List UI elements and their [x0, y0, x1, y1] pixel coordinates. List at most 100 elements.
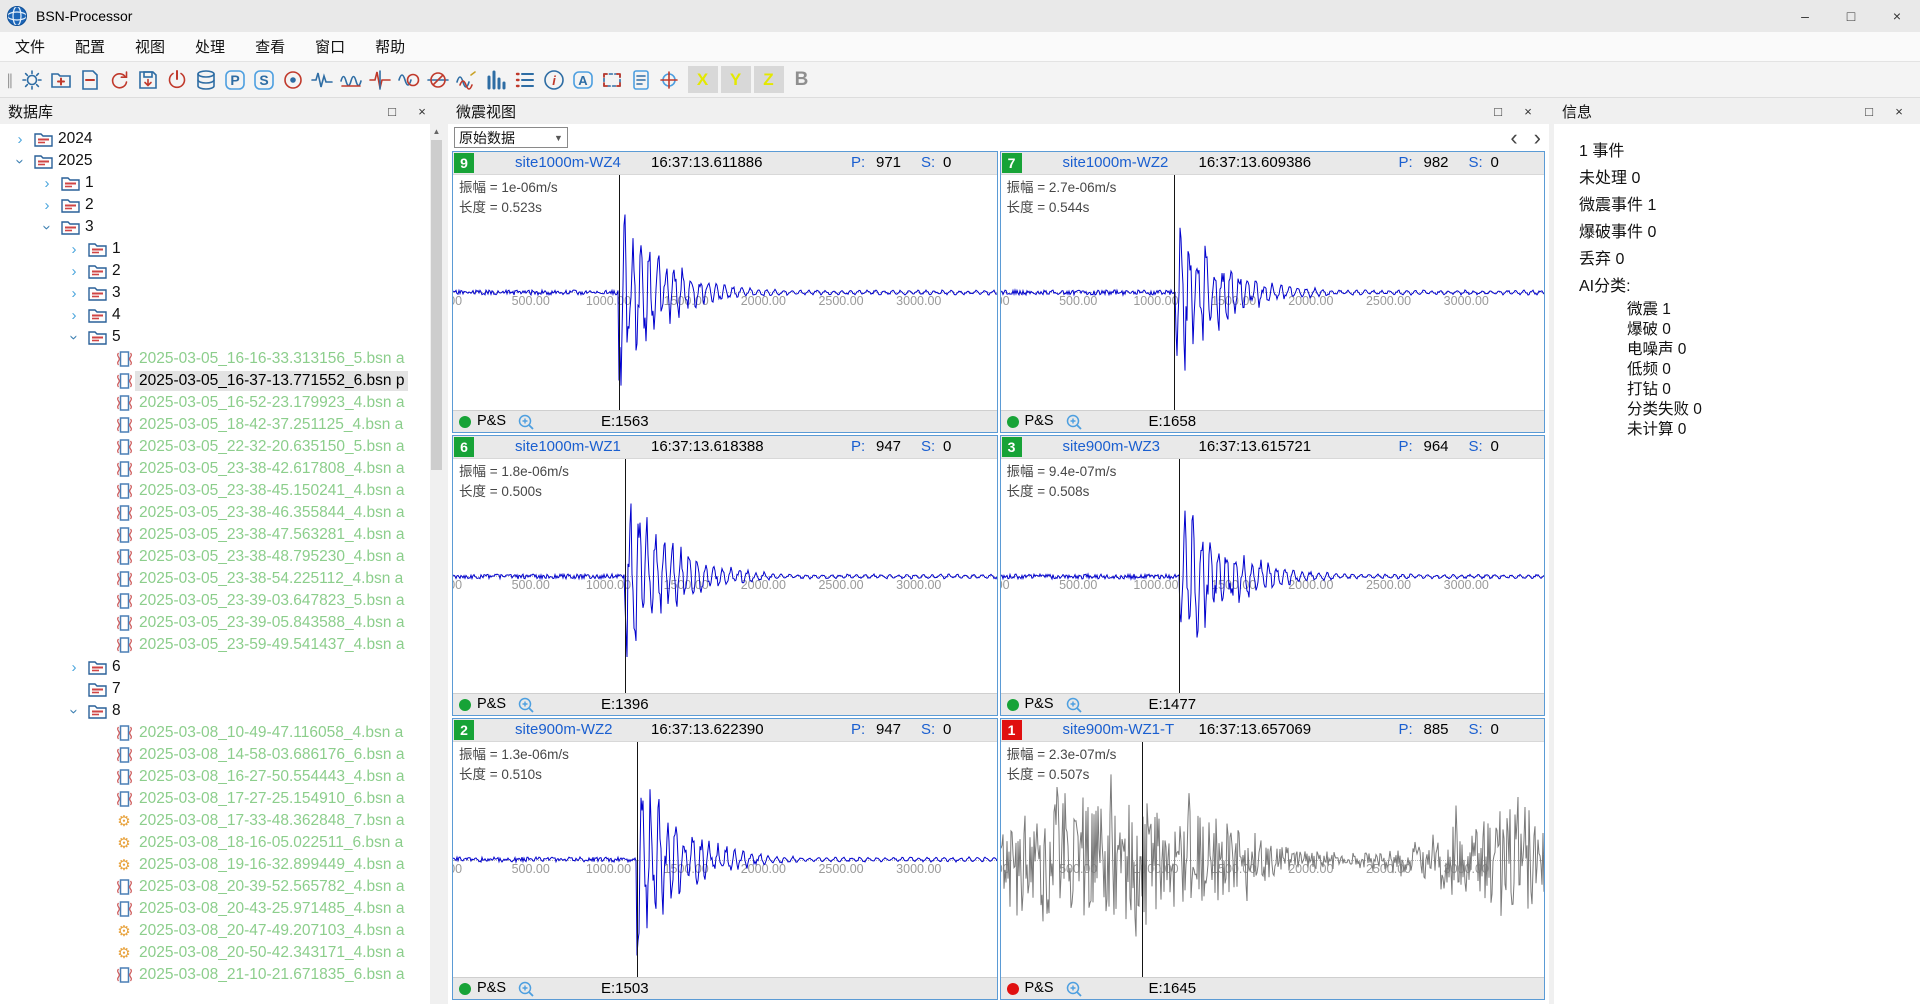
- histogram-icon[interactable]: [482, 65, 511, 94]
- database-icon[interactable]: [192, 65, 221, 94]
- locate-icon[interactable]: [279, 65, 308, 94]
- scroll-up-icon[interactable]: ▲: [430, 124, 443, 138]
- tree-file[interactable]: 2025-03-08_20-43-25.971485_4.bsn a: [0, 898, 430, 920]
- menu-item-0[interactable]: 文件: [0, 32, 60, 62]
- tree-file[interactable]: 2025-03-05_23-39-05.843588_4.bsn a: [0, 612, 430, 634]
- database-close-button[interactable]: ×: [407, 100, 437, 122]
- waveform-panel-site1000m-WZ4[interactable]: 9site1000m-WZ416:37:13.611886P:971S:0005…: [452, 151, 998, 433]
- expand-arrow-icon[interactable]: ›: [35, 197, 59, 214]
- add-point-icon[interactable]: [656, 65, 685, 94]
- tree-file[interactable]: 2025-03-08_17-27-25.154910_6.bsn a: [0, 788, 430, 810]
- ps-toggle[interactable]: P&S: [477, 413, 506, 429]
- expand-arrow-icon[interactable]: ›: [62, 241, 86, 258]
- tree-file[interactable]: 2025-03-05_23-38-46.355844_4.bsn a: [0, 502, 430, 524]
- zoom-in-icon[interactable]: [1065, 980, 1084, 998]
- report-icon[interactable]: [627, 65, 656, 94]
- tree-folder-7[interactable]: 7: [0, 678, 430, 700]
- waveform-filter-icon[interactable]: [337, 65, 366, 94]
- database-tree-scrollbar[interactable]: ▲: [430, 124, 443, 1004]
- tree-file[interactable]: 2025-03-05_16-37-13.771552_6.bsn p: [0, 370, 430, 392]
- tree-file[interactable]: ⚙2025-03-08_20-50-42.343171_4.bsn a: [0, 942, 430, 964]
- tree-folder-3[interactable]: ›3: [0, 216, 430, 238]
- scrollbar-thumb[interactable]: [431, 140, 442, 470]
- waveform-close-button[interactable]: ×: [1513, 100, 1543, 122]
- ps-toggle[interactable]: P&S: [477, 980, 506, 996]
- tree-folder-2025[interactable]: ›2025: [0, 150, 430, 172]
- tree-file[interactable]: 2025-03-05_16-52-23.179923_4.bsn a: [0, 392, 430, 414]
- tree-file[interactable]: 2025-03-05_23-59-49.541437_4.bsn a: [0, 634, 430, 656]
- tree-folder-2024[interactable]: ›2024: [0, 128, 430, 150]
- tree-file[interactable]: 2025-03-05_23-38-45.150241_4.bsn a: [0, 480, 430, 502]
- prev-event-button[interactable]: ‹: [1510, 128, 1517, 148]
- expand-arrow-icon[interactable]: ›: [62, 659, 86, 676]
- waveform-panel-site900m-WZ2[interactable]: 2site900m-WZ216:37:13.622390P:947S:00050…: [452, 718, 998, 1000]
- tree-file[interactable]: 2025-03-08_20-39-52.565782_4.bsn a: [0, 876, 430, 898]
- tree-file[interactable]: 2025-03-08_21-10-21.671835_6.bsn a: [0, 964, 430, 986]
- axis-x-button[interactable]: X: [688, 66, 718, 93]
- waveform-raw-icon[interactable]: [308, 65, 337, 94]
- waveform-rotate-icon[interactable]: [395, 65, 424, 94]
- waveform-plot[interactable]: 00500.001000.001500.002000.002500.003000…: [453, 175, 997, 410]
- expand-arrow-icon[interactable]: ›: [8, 131, 32, 148]
- zoom-in-icon[interactable]: [517, 980, 536, 998]
- collapse-arrow-icon[interactable]: ›: [39, 215, 56, 239]
- expand-arrow-icon[interactable]: ›: [35, 175, 59, 192]
- tree-folder-3[interactable]: ›3: [0, 282, 430, 304]
- tree-file[interactable]: 2025-03-08_16-27-50.554443_4.bsn a: [0, 766, 430, 788]
- menu-item-2[interactable]: 视图: [120, 32, 180, 62]
- waveform-overlay-icon[interactable]: [453, 65, 482, 94]
- tree-file[interactable]: 2025-03-05_18-42-37.251125_4.bsn a: [0, 414, 430, 436]
- expand-arrow-icon[interactable]: ›: [62, 307, 86, 324]
- info-float-button[interactable]: □: [1854, 100, 1884, 122]
- waveform-plot[interactable]: 00500.001000.001500.002000.002500.003000…: [1001, 742, 1545, 977]
- tree-folder-5[interactable]: ›5: [0, 326, 430, 348]
- tree-file[interactable]: 2025-03-05_23-38-48.795230_4.bsn a: [0, 546, 430, 568]
- s-pick-icon[interactable]: S: [250, 65, 279, 94]
- menu-item-5[interactable]: 窗口: [300, 32, 360, 62]
- axis-z-button[interactable]: Z: [754, 66, 784, 93]
- tree-file[interactable]: 2025-03-08_14-58-03.686176_6.bsn a: [0, 744, 430, 766]
- settings-icon[interactable]: [18, 65, 47, 94]
- tree-folder-1[interactable]: ›1: [0, 172, 430, 194]
- maximize-button[interactable]: □: [1828, 0, 1874, 32]
- next-event-button[interactable]: ›: [1534, 128, 1541, 148]
- zoom-in-icon[interactable]: [1065, 696, 1084, 714]
- tree-folder-6[interactable]: ›6: [0, 656, 430, 678]
- waveform-plot[interactable]: 00500.001000.001500.002000.002500.003000…: [1001, 175, 1545, 410]
- tree-file[interactable]: 2025-03-05_23-39-03.647823_5.bsn a: [0, 590, 430, 612]
- save-icon[interactable]: [134, 65, 163, 94]
- info-close-button[interactable]: ×: [1884, 100, 1914, 122]
- menu-item-6[interactable]: 帮助: [360, 32, 420, 62]
- axis-y-button[interactable]: Y: [721, 66, 751, 93]
- tree-file[interactable]: 2025-03-05_23-38-42.617808_4.bsn a: [0, 458, 430, 480]
- zoom-in-icon[interactable]: [517, 413, 536, 431]
- tree-file[interactable]: 2025-03-05_23-38-47.563281_4.bsn a: [0, 524, 430, 546]
- minimize-button[interactable]: –: [1782, 0, 1828, 32]
- ps-toggle[interactable]: P&S: [1025, 696, 1054, 712]
- add-folder-icon[interactable]: [47, 65, 76, 94]
- ps-toggle[interactable]: P&S: [477, 696, 506, 712]
- collapse-arrow-icon[interactable]: ›: [12, 149, 29, 173]
- waveform-panel-site900m-WZ1-T[interactable]: 1site900m-WZ1-T16:37:13.657069P:885S:000…: [1000, 718, 1546, 1000]
- b-button[interactable]: B: [787, 66, 817, 93]
- tree-file[interactable]: 2025-03-05_16-16-33.313156_5.bsn a: [0, 348, 430, 370]
- waveform-panel-site1000m-WZ1[interactable]: 6site1000m-WZ116:37:13.618388P:947S:0005…: [452, 435, 998, 717]
- menu-item-3[interactable]: 处理: [180, 32, 240, 62]
- waveform-panel-site900m-WZ3[interactable]: 3site900m-WZ316:37:13.615721P:964S:00050…: [1000, 435, 1546, 717]
- expand-arrow-icon[interactable]: ›: [62, 285, 86, 302]
- waveform-plot[interactable]: 00500.001000.001500.002000.002500.003000…: [453, 742, 997, 977]
- waveform-plot[interactable]: 00500.001000.001500.002000.002500.003000…: [453, 459, 997, 694]
- tree-file[interactable]: ⚙2025-03-08_18-16-05.022511_6.bsn a: [0, 832, 430, 854]
- tree-file[interactable]: 2025-03-05_22-32-20.635150_5.bsn a: [0, 436, 430, 458]
- data-source-select[interactable]: 原始数据 ▼: [454, 127, 568, 148]
- ps-toggle[interactable]: P&S: [1025, 413, 1054, 429]
- tree-folder-2[interactable]: ›2: [0, 194, 430, 216]
- power-icon[interactable]: [163, 65, 192, 94]
- waveform-pick-icon[interactable]: [366, 65, 395, 94]
- edit-data-icon[interactable]: [76, 65, 105, 94]
- annotation-icon[interactable]: A: [569, 65, 598, 94]
- tree-file[interactable]: 2025-03-08_10-49-47.116058_4.bsn a: [0, 722, 430, 744]
- tree-folder-8[interactable]: ›8: [0, 700, 430, 722]
- p-pick-icon[interactable]: P: [221, 65, 250, 94]
- info-icon[interactable]: i: [540, 65, 569, 94]
